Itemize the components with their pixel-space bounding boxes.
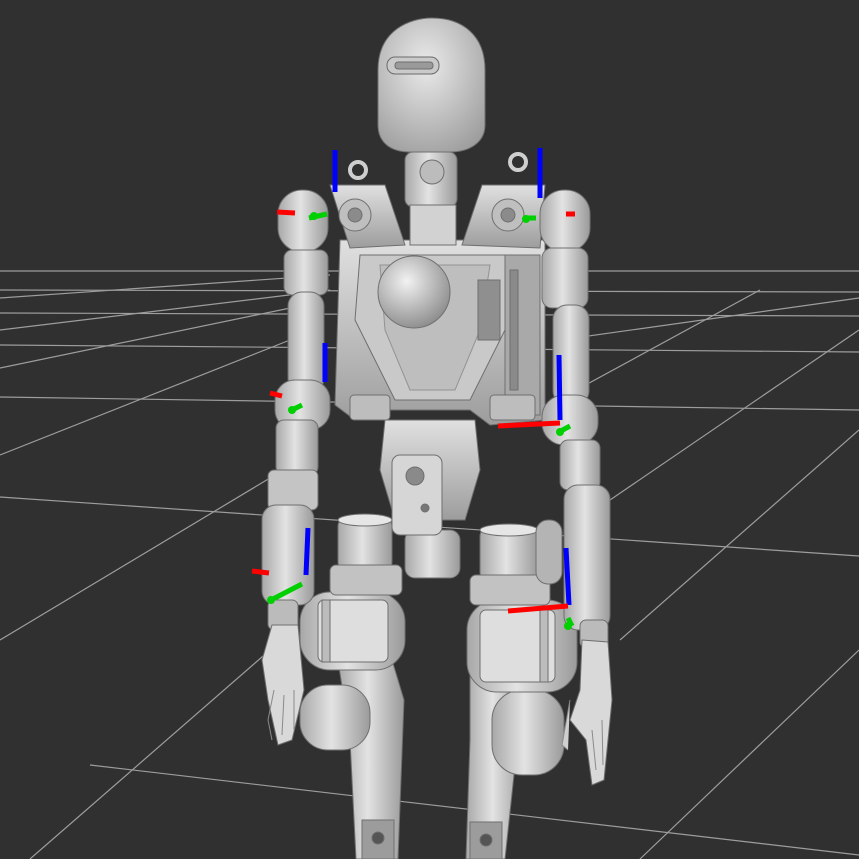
right-hip-motor [469,519,563,606]
left-hip-motor [329,513,403,596]
robot-scene [0,0,859,859]
robot-head [377,17,486,153]
torso [334,239,546,426]
neck [404,151,458,246]
left-thigh-actuator [299,591,406,671]
right-thigh-actuator [466,599,578,693]
chest-sphere [377,255,451,329]
3d-viewport[interactable] [0,0,859,859]
